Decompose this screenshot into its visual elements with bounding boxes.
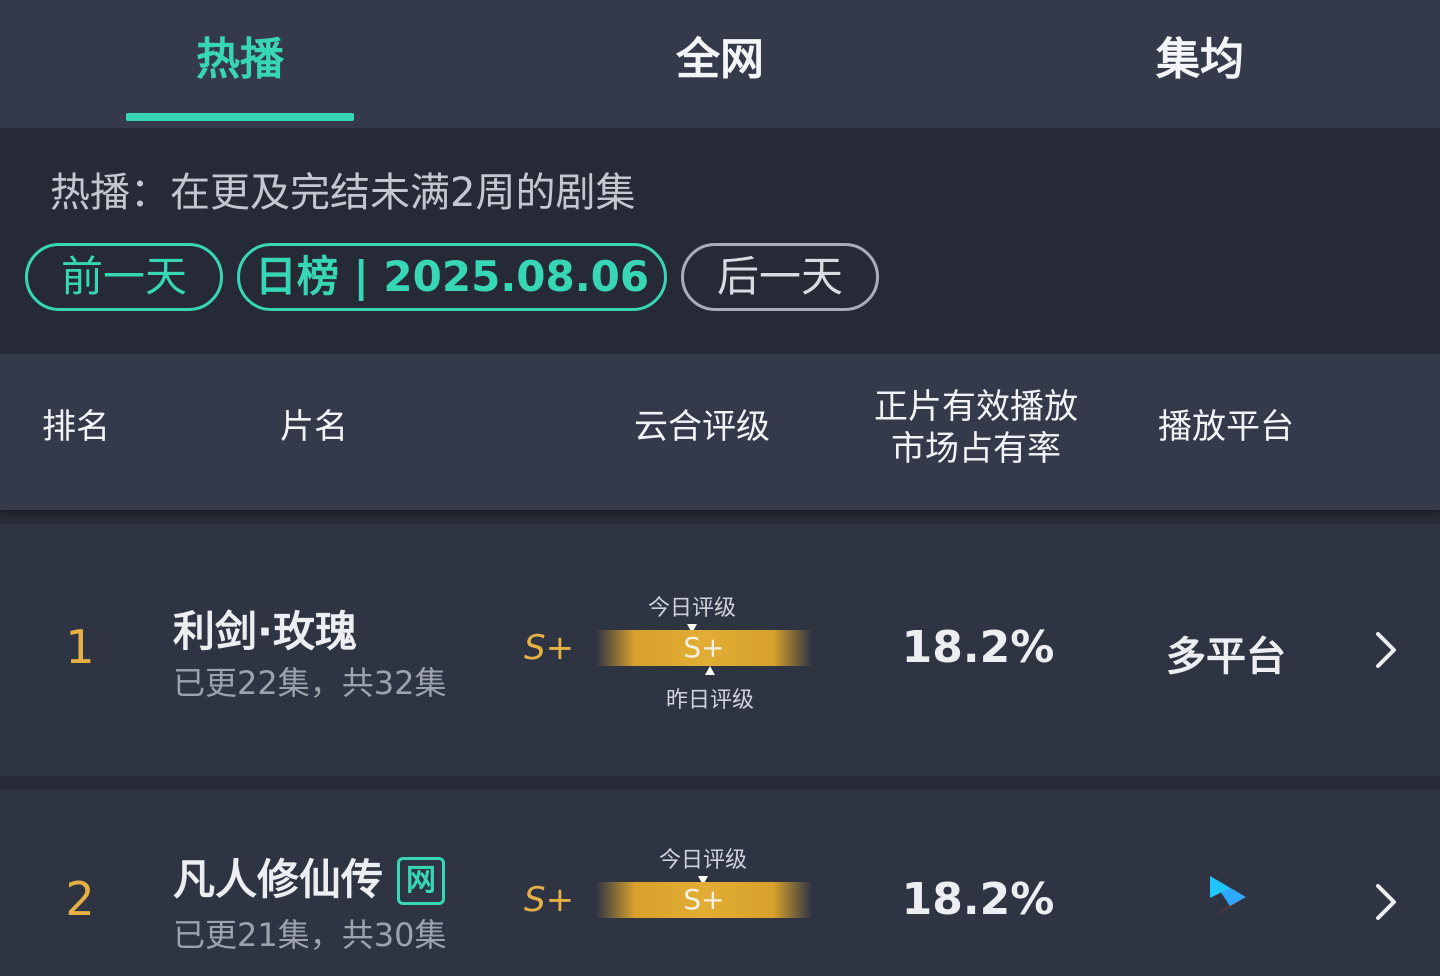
info-panel: 热播：在更及完结未满2周的剧集 前一天 日榜 | 2025.08.06 后一天: [0, 128, 1440, 354]
tab-hot[interactable]: 热播: [120, 28, 360, 92]
rating-grade: S+: [524, 628, 575, 668]
yesterday-marker-icon: [705, 666, 715, 675]
youku-play-icon: [1210, 876, 1246, 918]
show-title-wrap: 凡人修仙传网: [173, 846, 446, 907]
tab-all-network[interactable]: 全网: [600, 28, 840, 92]
header-platform: 播放平台: [1158, 407, 1294, 447]
rank-number: 2: [65, 872, 95, 926]
header-rating: 云合评级: [634, 407, 770, 447]
table-header: 排名 片名 云合评级 正片有效播放 市场占有率 播放平台: [0, 354, 1440, 510]
episode-count: 已更22集，共32集: [173, 664, 447, 702]
rank-number: 1: [65, 620, 95, 674]
market-share-value: 18.2%: [901, 874, 1055, 925]
top-tab-bar: 热播 全网 集均: [0, 0, 1440, 128]
active-tab-indicator: [126, 113, 354, 121]
list-description: 热播：在更及完结未满2周的剧集: [50, 170, 636, 216]
header-rank: 排名: [42, 407, 110, 447]
rating-bar: S+: [596, 882, 812, 918]
rating-bar: S+: [596, 630, 812, 666]
chevron-right-icon[interactable]: [1370, 630, 1400, 670]
episode-count: 已更21集，共30集: [173, 916, 447, 954]
platform-name: 多平台: [1166, 634, 1286, 680]
yesterday-rating-label: 昨日评级: [666, 688, 755, 713]
header-market-share-line2: 市场占有率: [891, 429, 1061, 469]
rating-grade: S+: [524, 880, 575, 920]
chevron-right-icon[interactable]: [1370, 882, 1400, 922]
tab-per-episode[interactable]: 集均: [1080, 28, 1320, 92]
table-row[interactable]: 2 凡人修仙传网 已更21集，共30集 S+ 今日评级 S+ 18.2%: [0, 790, 1440, 976]
header-market-share: 正片有效播放 市场占有率: [860, 386, 1092, 470]
show-title: 利剑·玫瑰: [173, 607, 357, 656]
rating-bar-grade: S+: [683, 631, 725, 664]
today-rating-label: 今日评级: [648, 596, 737, 621]
header-title: 片名: [280, 407, 348, 447]
prev-day-button[interactable]: 前一天: [25, 243, 223, 311]
web-series-badge: 网: [397, 857, 446, 905]
market-share-value: 18.2%: [901, 622, 1055, 673]
date-selector-button[interactable]: 日榜 | 2025.08.06: [237, 243, 667, 311]
header-market-share-line1: 正片有效播放: [874, 387, 1078, 427]
show-title: 凡人修仙传: [173, 855, 384, 904]
next-day-button[interactable]: 后一天: [681, 243, 879, 311]
rating-bar-grade: S+: [683, 883, 725, 916]
today-rating-label: 今日评级: [659, 848, 748, 873]
table-row[interactable]: 1 利剑·玫瑰 已更22集，共32集 S+ 今日评级 S+ 昨日评级 18.2%…: [0, 524, 1440, 776]
